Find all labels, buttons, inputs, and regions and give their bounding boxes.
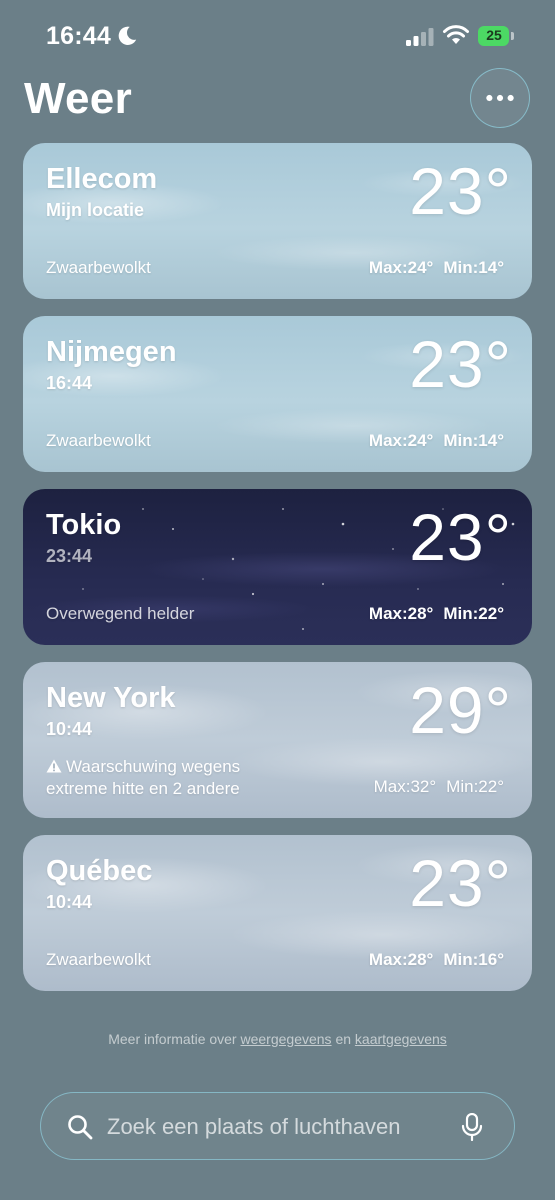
search-input[interactable]: Zoek een plaats of luchthaven xyxy=(107,1114,401,1140)
card-city: Nijmegen xyxy=(46,336,177,368)
location-card-quebec[interactable]: Québec 10:44 23° Zwaarbewolkt Max:28° Min… xyxy=(23,835,532,991)
info-joiner: en xyxy=(335,1031,352,1047)
card-condition: Zwaarbewolkt xyxy=(46,950,151,969)
location-card-tokio[interactable]: Tokio 23:44 23° Overwegend helder Max:28… xyxy=(23,489,532,645)
card-weather-warning: Waarschuwing wegens extreme hitte en 2 a… xyxy=(46,756,240,800)
warning-text-2: extreme hitte en 2 andere xyxy=(46,779,240,798)
battery-indicator: 25 xyxy=(478,26,514,46)
page-title: Weer xyxy=(24,74,132,123)
card-min-max: Max:24° Min:14° xyxy=(369,258,504,278)
warning-line-1: Waarschuwing wegens xyxy=(46,756,240,778)
card-min: Min:14° xyxy=(443,258,504,277)
location-card-new-york[interactable]: New York 10:44 29° Waarschuwing wegens e… xyxy=(23,662,532,818)
card-subtitle: 10:44 xyxy=(46,719,93,739)
card-temperature: 23° xyxy=(409,500,512,574)
search-bar[interactable]: Zoek een plaats of luchthaven xyxy=(40,1092,515,1160)
location-card-nijmegen[interactable]: Nijmegen 16:44 23° Zwaarbewolkt Max:24° M… xyxy=(23,316,532,472)
card-subtitle: 23:44 xyxy=(46,546,93,566)
card-temperature: 23° xyxy=(409,327,512,401)
wifi-icon xyxy=(443,25,469,44)
warning-triangle-icon xyxy=(46,759,62,773)
card-temperature: 23° xyxy=(409,154,512,228)
card-min-max: Max:28° Min:22° xyxy=(369,604,504,624)
card-max: Max:28° xyxy=(368,604,434,623)
card-city: Québec xyxy=(46,855,153,887)
card-condition: Zwaarbewolkt xyxy=(46,431,151,450)
card-min: Min:22° xyxy=(446,777,504,796)
status-time: 16:44 xyxy=(46,22,111,50)
card-min: Min:14° xyxy=(443,431,504,450)
card-city: Tokio xyxy=(46,509,122,541)
card-max: Max:24° xyxy=(368,258,434,277)
card-temperature: 23° xyxy=(409,846,512,920)
battery-tip xyxy=(511,32,514,40)
card-city: Ellecom xyxy=(46,163,158,195)
battery-level: 25 xyxy=(486,27,502,43)
card-condition: Zwaarbewolkt xyxy=(46,258,151,277)
card-city: New York xyxy=(46,682,176,714)
microphone-icon[interactable] xyxy=(461,1113,483,1141)
card-min: Min:16° xyxy=(443,950,504,969)
cellular-signal-icon xyxy=(406,28,434,46)
search-icon xyxy=(68,1115,93,1140)
card-min: Min:22° xyxy=(443,604,504,623)
card-max: Max:28° xyxy=(368,950,434,969)
card-min-max: Max:24° Min:14° xyxy=(369,431,504,451)
ellipsis-icon xyxy=(486,94,514,102)
card-max: Max:24° xyxy=(368,431,434,450)
warning-text-1: Waarschuwing wegens xyxy=(66,757,241,776)
weather-data-link[interactable]: weergegevens xyxy=(241,1031,332,1047)
card-subtitle: 16:44 xyxy=(46,373,93,393)
card-temperature: 29° xyxy=(409,673,512,747)
card-min-max: Max:32° Min:22° xyxy=(374,777,504,797)
card-condition: Overwegend helder xyxy=(46,604,195,623)
moon-icon xyxy=(118,26,137,45)
info-prefix: Meer informatie over xyxy=(108,1031,237,1047)
card-max: Max:32° xyxy=(373,777,437,796)
status-bar: 16:44 25 xyxy=(0,0,555,72)
map-data-link[interactable]: kaartgegevens xyxy=(355,1031,447,1047)
more-options-button[interactable] xyxy=(470,68,530,128)
card-subtitle: 10:44 xyxy=(46,892,93,912)
card-min-max: Max:28° Min:16° xyxy=(369,950,504,970)
card-subtitle: Mijn locatie xyxy=(46,200,145,220)
location-card-ellecom[interactable]: Ellecom Mijn locatie 23° Zwaarbewolkt Ma… xyxy=(23,143,532,299)
data-sources-info: Meer informatie over weergegevens en kaa… xyxy=(0,1031,555,1047)
